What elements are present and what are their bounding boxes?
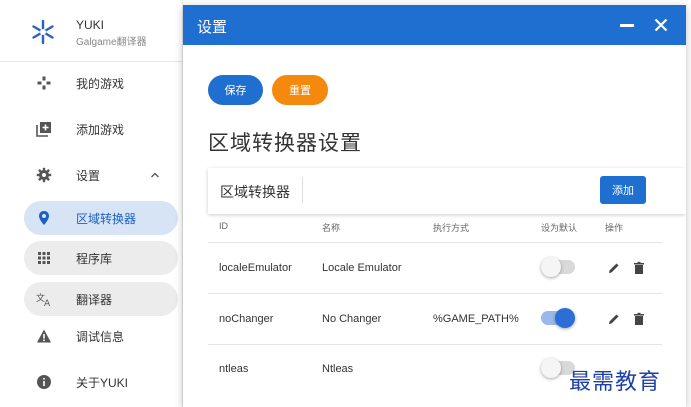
gamepad-icon xyxy=(37,76,51,90)
settings-dialog: 设置 保存 重置 区域转换器设置 区域转换器 添加 ID 名称 执行方式 设为默… xyxy=(183,5,686,407)
default-toggle[interactable] xyxy=(541,308,575,328)
sidebar-item-about[interactable]: 关于YUKI xyxy=(0,365,178,399)
sidebar: YUKI Galgame翻译器 我的游戏 添加游戏 设置 区域转换器 程序库 文… xyxy=(0,0,183,407)
sidebar-item-debug-info[interactable]: 调试信息 xyxy=(0,319,178,353)
sidebar-item-label: 程序库 xyxy=(76,251,113,266)
grid-icon xyxy=(38,252,50,264)
sidebar-item-label: 添加游戏 xyxy=(76,122,125,137)
toggle-knob xyxy=(541,257,561,277)
column-header-id: ID xyxy=(219,221,228,231)
cell-name: Ntleas xyxy=(322,363,354,375)
sidebar-item-label: 设置 xyxy=(76,168,101,183)
sidebar-item-label: 调试信息 xyxy=(76,329,125,344)
column-header-default: 设为默认 xyxy=(541,223,578,233)
sidebar-item-add-game[interactable]: 添加游戏 xyxy=(0,112,178,146)
sidebar-item-settings[interactable]: 设置 xyxy=(0,158,178,192)
column-header-name: 名称 xyxy=(322,223,341,233)
cell-id: ntleas xyxy=(219,363,249,375)
edit-icon[interactable] xyxy=(607,261,621,275)
warning-icon xyxy=(37,329,51,343)
close-icon[interactable] xyxy=(653,17,669,33)
column-header-actions: 操作 xyxy=(605,223,624,233)
svg-text:A: A xyxy=(44,299,51,307)
cell-exec: %GAME_PATH% xyxy=(433,313,519,325)
cell-name: No Changer xyxy=(322,313,382,325)
column-header-exec: 执行方式 xyxy=(433,223,470,233)
chevron-up-icon[interactable] xyxy=(150,170,160,180)
cell-id: localeEmulator xyxy=(219,262,292,274)
sidebar-item-locale-changer[interactable]: 区域转换器 xyxy=(24,201,178,235)
sidebar-item-label: 我的游戏 xyxy=(76,76,125,91)
card-divider xyxy=(302,177,303,203)
dialog-title: 设置 xyxy=(197,19,228,36)
default-toggle[interactable] xyxy=(541,257,575,277)
gear-icon xyxy=(36,167,52,183)
delete-icon[interactable] xyxy=(632,261,646,275)
sidebar-item-translators[interactable]: 文 A 翻译器 xyxy=(24,282,178,316)
row-divider xyxy=(208,293,662,294)
edit-icon[interactable] xyxy=(607,312,621,326)
row-divider xyxy=(208,344,662,345)
reset-button[interactable]: 重置 xyxy=(272,75,328,105)
sidebar-item-label: 翻译器 xyxy=(76,292,113,307)
brand-title: YUKI xyxy=(76,18,105,32)
sidebar-item-libraries[interactable]: 程序库 xyxy=(24,241,178,275)
minimize-icon[interactable] xyxy=(620,24,634,27)
sidebar-item-label: 区域转换器 xyxy=(76,211,137,226)
toggle-knob xyxy=(555,308,575,328)
sidebar-item-my-games[interactable]: 我的游戏 xyxy=(0,66,178,100)
card-title: 区域转换器 xyxy=(220,184,290,200)
cell-name: Locale Emulator xyxy=(322,262,402,274)
location-pin-icon xyxy=(39,211,49,225)
info-icon xyxy=(37,375,51,389)
translate-icon: 文 A xyxy=(36,292,51,307)
sidebar-item-label: 关于YUKI xyxy=(76,375,129,390)
brand-subtitle: Galgame翻译器 xyxy=(76,37,147,48)
cell-id: noChanger xyxy=(219,313,274,325)
row-divider xyxy=(208,242,662,243)
add-library-icon xyxy=(36,122,51,137)
add-button[interactable]: 添加 xyxy=(600,176,646,204)
section-title: 区域转换器设置 xyxy=(208,131,362,155)
save-button[interactable]: 保存 xyxy=(208,75,263,105)
brand-header: YUKI Galgame翻译器 xyxy=(0,0,183,62)
dialog-header: 设置 xyxy=(183,5,686,45)
locale-changer-card: 区域转换器 添加 xyxy=(208,168,686,214)
toggle-knob xyxy=(541,358,561,378)
yuki-logo-icon xyxy=(32,19,54,45)
watermark-text: 最需教育 xyxy=(569,370,662,395)
delete-icon[interactable] xyxy=(632,312,646,326)
